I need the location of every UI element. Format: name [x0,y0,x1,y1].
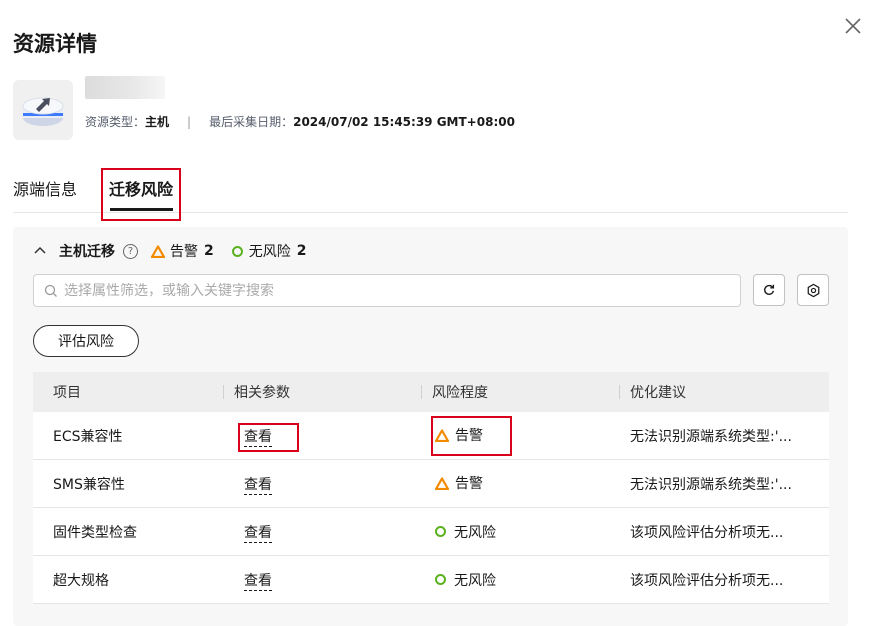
risk-level: 告警 [435,473,483,493]
warning-icon [151,244,165,258]
section-header: 主机迁移 ? 告警 2 无风险 2 [33,241,325,261]
risk-level: 无风险 [435,570,496,590]
settings-button[interactable] [797,274,829,306]
host-icon [13,80,73,140]
risk-level: 无风险 [435,522,496,542]
collect-date-label: 最后采集日期： [209,115,294,129]
warning-label: 告警 [170,244,198,260]
row-advice: 该项风险评估分析项无... [630,524,784,541]
highlight-box-view [238,423,299,452]
row-advice: 无法识别源端系统类型:'... [630,476,792,493]
search-input[interactable] [64,282,704,299]
table-row: 超大规格 查看 无风险 该项风险评估分析项无... [33,556,829,604]
risk-label: 无风险 [454,524,496,541]
refresh-icon [764,284,775,295]
view-params-link[interactable]: 查看 [244,524,272,543]
row-item: ECS兼容性 [53,428,123,445]
resource-type-label: 资源类型： [85,115,146,129]
section-title: 主机迁移 [59,244,115,260]
table-row: 固件类型检查 查看 无风险 该项风险评估分析项无... [33,508,829,556]
dialog-title: 资源详情 [13,32,97,56]
search-icon [44,284,57,297]
row-advice: 无法识别源端系统类型:'... [630,428,792,445]
row-advice: 该项风险评估分析项无... [630,572,784,589]
view-params-link[interactable]: 查看 [244,476,272,495]
no-risk-label: 无风险 [248,244,291,260]
meta-separator: | [187,114,192,129]
chevron-up-icon[interactable] [33,244,47,258]
row-item: 固件类型检查 [53,524,137,541]
resource-meta: 资源类型： 主机 | 最后采集日期： 2024/07/02 15:45:39 G… [85,113,515,130]
view-params-link[interactable]: 查看 [244,572,272,591]
warning-count: 2 [204,243,214,259]
collect-date-value: 2024/07/02 15:45:39 GMT+08:00 [293,114,515,129]
no-risk-count: 2 [296,243,307,259]
tab-source-info[interactable]: 源端信息 [13,176,77,200]
no-risk-icon [435,574,446,585]
header-item: 项目 [53,385,81,401]
table-row: SMS兼容性 查看 告警 无法识别源端系统类型:'... [33,460,829,508]
gear-icon [807,283,819,297]
close-icon[interactable] [843,16,863,36]
risk-label: 告警 [455,476,483,493]
row-item: SMS兼容性 [53,476,125,493]
risk-label: 无风险 [454,572,496,589]
highlight-box-tab [101,168,181,221]
help-icon[interactable]: ? [123,243,138,259]
header-risk-level: 风险程度 [421,382,619,402]
risk-table: 项目 相关参数 风险程度 优化建议 ECS兼容性 查看 告警 无法识别源端系统类… [33,372,829,604]
row-item: 超大规格 [53,572,109,589]
evaluate-risk-button[interactable]: 评估风险 [33,325,139,357]
refresh-button[interactable] [753,274,785,306]
table-header: 项目 相关参数 风险程度 优化建议 [33,372,829,412]
search-box[interactable] [33,274,741,307]
highlight-box-risk [431,416,512,456]
header-params: 相关参数 [223,382,421,402]
no-risk-icon [231,245,243,257]
resource-type-value: 主机 [145,115,170,129]
warning-icon [435,477,449,490]
resource-name-redacted [85,76,165,99]
header-advice: 优化建议 [619,382,829,402]
no-risk-icon [435,526,446,537]
